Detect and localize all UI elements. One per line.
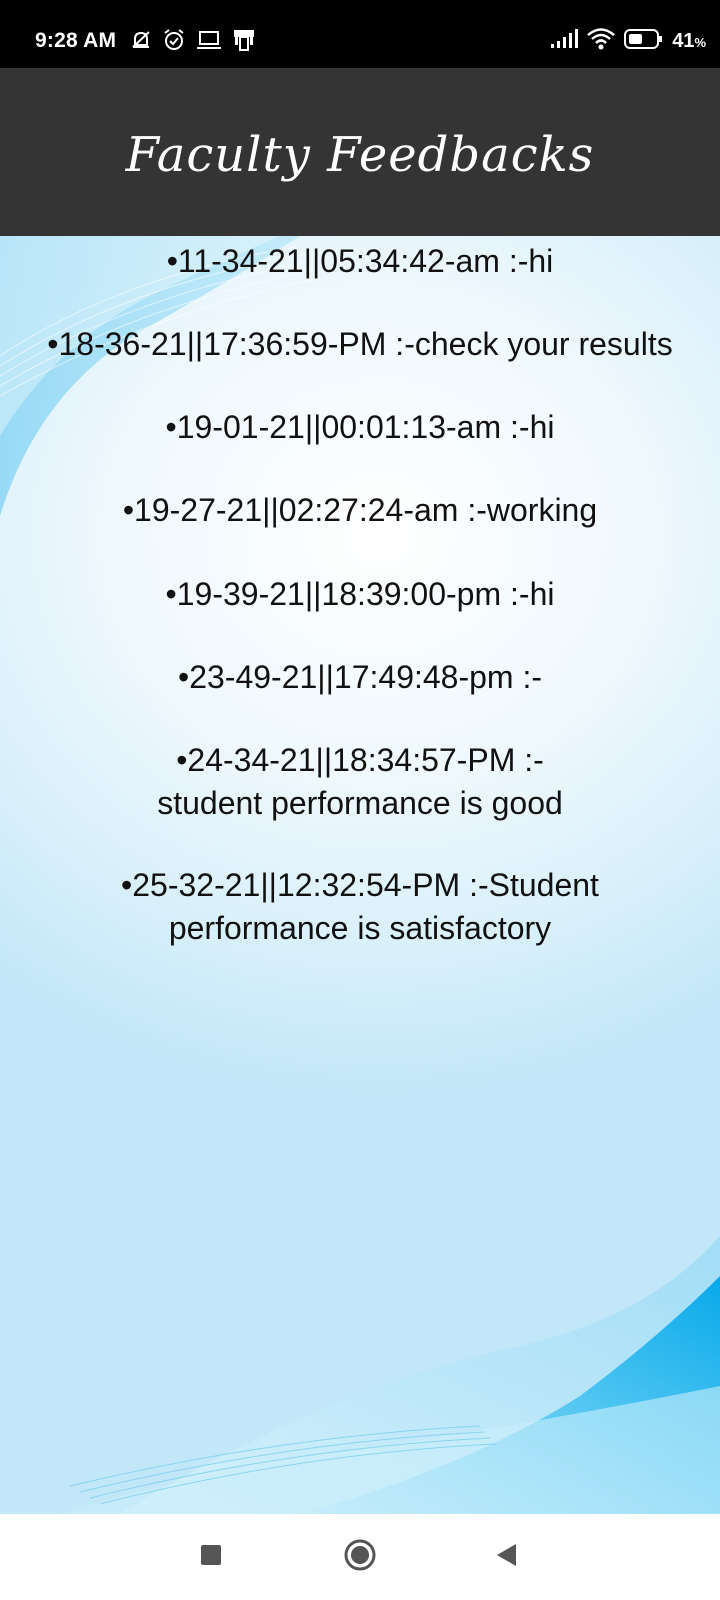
feedback-item: •19-27-21||02:27:24-am :-working <box>122 492 598 528</box>
feedback-item: •11-34-21||05:34:42-am :-hi <box>166 243 554 279</box>
app-header: Faculty Feedbacks <box>0 68 720 236</box>
feedback-item: •19-01-21||00:01:13-am :-hi <box>165 409 555 445</box>
feedback-item: •25-32-21||12:32:54-PM :-Student perform… <box>121 867 599 946</box>
status-bar: 9:28 AM 41% <box>0 0 720 68</box>
status-left-icons <box>130 28 256 57</box>
laptop-icon <box>196 29 222 56</box>
battery-icon <box>624 28 664 55</box>
feedback-item: •19-39-21||18:39:00-pm :-hi <box>165 576 555 612</box>
signal-icon <box>550 28 579 54</box>
navigation-bar <box>0 1514 720 1600</box>
battery-percent: 41% <box>672 29 706 52</box>
mute-bell-icon <box>130 29 152 56</box>
feedback-item: •23-49-21||17:49:48-pm :- <box>177 659 543 695</box>
feedback-item: •24-34-21||18:34:57-PM :-student perform… <box>157 742 563 821</box>
status-time: 9:28 AM <box>35 29 117 52</box>
home-circle-icon <box>343 1538 377 1577</box>
back-button[interactable] <box>466 1514 546 1600</box>
back-triangle-icon <box>494 1542 518 1573</box>
wifi-icon <box>586 27 616 56</box>
alarm-icon <box>162 28 186 57</box>
status-right-icons: 41% <box>550 27 706 56</box>
phone-link-icon <box>232 28 256 57</box>
feedback-item: •18-36-21||17:36:59-PM :-check your resu… <box>47 326 673 362</box>
page-title: Faculty Feedbacks <box>125 127 595 183</box>
recents-button[interactable] <box>171 1514 251 1600</box>
feedback-content[interactable]: •11-34-21||05:34:42-am :-hi •18-36-21||1… <box>0 236 720 1514</box>
home-button[interactable] <box>320 1514 400 1600</box>
recents-square-icon <box>199 1543 223 1572</box>
